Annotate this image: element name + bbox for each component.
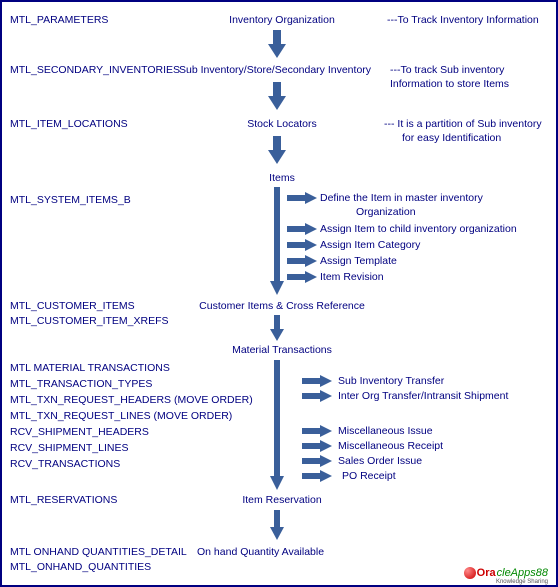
arrow-right-icon: [287, 192, 317, 204]
entity-label: On hand Quantity Available: [197, 546, 397, 558]
table-name: MTL_SYSTEM_ITEMS_B: [10, 194, 131, 206]
entity-label: Stock Locators: [182, 118, 382, 130]
arrow-down-icon: [270, 510, 284, 540]
item-sub-label: Define the Item in master inventory: [320, 192, 483, 204]
table-name: MTL_SECONDARY_INVENTORIES: [10, 64, 180, 76]
logo-icon: [464, 567, 476, 579]
arrow-down-icon: [268, 30, 286, 58]
diagram-container: MTL_PARAMETERS Inventory Organization --…: [0, 0, 558, 587]
table-name: RCV_SHIPMENT_LINES: [10, 442, 128, 454]
mt-sub-label: PO Receipt: [342, 470, 396, 482]
entity-label: Material Transactions: [182, 344, 382, 356]
arrow-right-icon: [287, 271, 317, 283]
table-name: MTL_ITEM_LOCATIONS: [10, 118, 128, 130]
item-sub-label: Organization: [356, 206, 416, 218]
entity-label: Customer Items & Cross Reference: [182, 300, 382, 312]
logo: OracleApps88 Knowledge Sharing: [464, 567, 548, 579]
arrow-down-icon: [270, 360, 284, 490]
item-sub-label: Assign Item Category: [320, 239, 420, 251]
table-name: MTL_CUSTOMER_ITEMS: [10, 300, 135, 312]
arrow-down-icon: [268, 82, 286, 110]
arrow-right-icon: [287, 239, 317, 251]
table-name: MTL_RESERVATIONS: [10, 494, 117, 506]
table-name: MTL_TRANSACTION_TYPES: [10, 378, 152, 390]
item-sub-label: Assign Item to child inventory organizat…: [320, 223, 517, 235]
arrow-right-icon: [302, 375, 332, 387]
arrow-right-icon: [302, 390, 332, 402]
entity-label: Items: [182, 172, 382, 184]
arrow-down-icon: [270, 315, 284, 341]
table-name: MTL_ONHAND_QUANTITIES: [10, 561, 151, 573]
arrow-right-icon: [302, 440, 332, 452]
table-name: MTL MATERIAL TRANSACTIONS: [10, 362, 170, 374]
table-name: MTL_TXN_REQUEST_LINES (MOVE ORDER): [10, 410, 232, 422]
table-name: RCV_TRANSACTIONS: [10, 458, 120, 470]
table-name: MTL_CUSTOMER_ITEM_XREFS: [10, 315, 169, 327]
item-sub-label: Assign Template: [320, 255, 397, 267]
entity-label: Item Reservation: [182, 494, 382, 506]
entity-desc: ---To track Sub inventory: [390, 64, 504, 76]
entity-desc: --- It is a partition of Sub inventory: [384, 118, 542, 130]
entity-desc: Information to store Items: [390, 78, 509, 90]
arrow-down-icon: [270, 187, 284, 295]
table-name: MTL_PARAMETERS: [10, 14, 108, 26]
entity-desc: for easy Identification: [402, 132, 501, 144]
entity-desc: ---To Track Inventory Information: [387, 14, 539, 26]
mt-sub-label: Miscellaneous Receipt: [338, 440, 443, 452]
arrow-down-icon: [268, 136, 286, 164]
table-name: RCV_SHIPMENT_HEADERS: [10, 426, 149, 438]
mt-sub-label: Sales Order Issue: [338, 455, 422, 467]
item-sub-label: Item Revision: [320, 271, 384, 283]
arrow-right-icon: [302, 470, 332, 482]
table-name: MTL_TXN_REQUEST_HEADERS (MOVE ORDER): [10, 394, 253, 406]
arrow-right-icon: [287, 255, 317, 267]
entity-label: Sub Inventory/Store/Secondary Inventory: [179, 64, 389, 76]
mt-sub-label: Miscellaneous Issue: [338, 425, 433, 437]
arrow-right-icon: [302, 455, 332, 467]
logo-text: cleApps88: [497, 567, 548, 579]
mt-sub-label: Sub Inventory Transfer: [338, 375, 444, 387]
mt-sub-label: Inter Org Transfer/Intransit Shipment: [338, 390, 508, 402]
logo-text: Ora: [477, 567, 496, 579]
table-name: MTL ONHAND QUANTITIES_DETAIL: [10, 546, 187, 558]
arrow-right-icon: [287, 223, 317, 235]
logo-subtext: Knowledge Sharing: [496, 579, 548, 585]
entity-label: Inventory Organization: [182, 14, 382, 26]
arrow-right-icon: [302, 425, 332, 437]
